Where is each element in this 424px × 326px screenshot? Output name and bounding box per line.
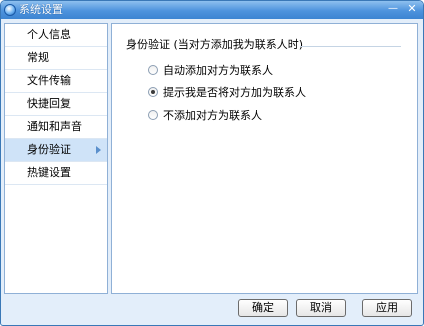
title-bar[interactable]: 系统设置 — ✕ xyxy=(1,1,423,19)
sidebar-item-general[interactable]: 常规 xyxy=(5,47,107,70)
settings-sidebar: 个人信息 常规 文件传输 快捷回复 通知和声音 身份验证 热键设置 xyxy=(4,23,108,294)
radio-label: 不添加对方为联系人 xyxy=(163,109,262,122)
chevron-right-icon xyxy=(96,146,101,154)
section-title: 身份验证 (当对方添加我为联系人时) xyxy=(126,38,304,51)
sidebar-item-label: 通知和声音 xyxy=(27,120,82,133)
ok-button[interactable]: 确定 xyxy=(238,299,288,317)
cancel-button[interactable]: 取消 xyxy=(296,299,346,317)
radio-option-prompt[interactable]: 提示我是否将对方加为联系人 xyxy=(148,86,306,100)
sidebar-item-label: 个人信息 xyxy=(27,28,71,41)
radio-label: 提示我是否将对方加为联系人 xyxy=(163,86,306,99)
settings-content-panel: 身份验证 (当对方添加我为联系人时) 自动添加对方为联系人 提示我是否将对方加为… xyxy=(111,23,418,294)
radio-button-unchecked[interactable] xyxy=(148,65,158,75)
sidebar-item-label: 身份验证 xyxy=(27,143,71,156)
sidebar-item-personal-info[interactable]: 个人信息 xyxy=(5,24,107,47)
settings-window: 系统设置 — ✕ 个人信息 常规 文件传输 快捷回复 通知和声音 身份验证 热键… xyxy=(0,0,424,326)
window-title: 系统设置 xyxy=(19,3,63,16)
sidebar-item-label: 文件传输 xyxy=(27,74,71,87)
section-divider xyxy=(300,46,401,47)
sidebar-item-quick-reply[interactable]: 快捷回复 xyxy=(5,93,107,116)
radio-label: 自动添加对方为联系人 xyxy=(163,64,273,77)
sidebar-item-file-transfer[interactable]: 文件传输 xyxy=(5,70,107,93)
sidebar-item-label: 热键设置 xyxy=(27,166,71,179)
sidebar-item-authentication[interactable]: 身份验证 xyxy=(5,139,107,162)
app-logo-icon xyxy=(4,4,16,16)
minimize-button[interactable]: — xyxy=(385,2,401,17)
sidebar-item-notifications-sound[interactable]: 通知和声音 xyxy=(5,116,107,139)
close-button[interactable]: ✕ xyxy=(404,2,420,17)
radio-option-do-not-add[interactable]: 不添加对方为联系人 xyxy=(148,109,262,123)
radio-option-auto-add[interactable]: 自动添加对方为联系人 xyxy=(148,64,273,78)
sidebar-item-hotkeys[interactable]: 热键设置 xyxy=(5,162,107,185)
apply-button[interactable]: 应用 xyxy=(362,299,412,317)
sidebar-item-label: 常规 xyxy=(27,51,49,64)
sidebar-item-label: 快捷回复 xyxy=(27,97,71,110)
radio-button-unchecked[interactable] xyxy=(148,110,158,120)
radio-button-checked[interactable] xyxy=(148,87,158,97)
